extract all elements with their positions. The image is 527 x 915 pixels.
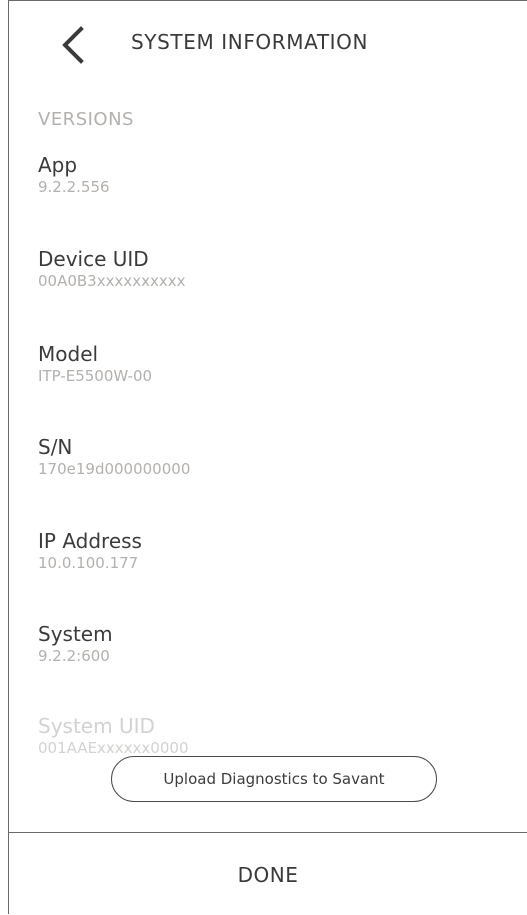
info-value: 9.2.2:600 — [38, 647, 110, 665]
section-label-versions: VERSIONS — [38, 109, 134, 130]
info-value: ITP-E5500W-00 — [38, 367, 153, 385]
info-label: System — [38, 622, 113, 646]
info-label: S/N — [38, 435, 73, 459]
info-row-system: System 9.2.2:600 — [38, 622, 498, 666]
upload-diagnostics-button[interactable]: Upload Diagnostics to Savant — [111, 756, 437, 802]
info-value: 170e19d000000000 — [38, 460, 191, 478]
info-label: Device UID — [38, 247, 149, 271]
info-row-ip-address: IP Address 10.0.100.177 — [38, 529, 498, 573]
info-row-serial-number: S/N 170e19d000000000 — [38, 435, 498, 479]
info-row-app: App 9.2.2.556 — [38, 153, 498, 197]
info-row-device-uid: Device UID 00A0B3xxxxxxxxxx — [38, 247, 498, 291]
info-label: Model — [38, 342, 99, 366]
chevron-left-icon — [62, 26, 84, 64]
info-value: 9.2.2.556 — [38, 178, 110, 196]
info-value: 001AAExxxxxx0000 — [38, 739, 189, 757]
info-label: IP Address — [38, 529, 142, 553]
info-row-system-uid: System UID 001AAExxxxxx0000 — [38, 714, 498, 758]
info-label: System UID — [38, 714, 155, 738]
info-row-model: Model ITP-E5500W-00 — [38, 342, 498, 386]
info-value: 10.0.100.177 — [38, 554, 139, 572]
page-title: SYSTEM INFORMATION — [131, 30, 369, 54]
system-information-panel: SYSTEM INFORMATION VERSIONS App 9.2.2.55… — [8, 0, 527, 914]
done-button[interactable]: DONE — [9, 834, 527, 915]
info-label: App — [38, 153, 78, 177]
info-list[interactable]: VERSIONS App 9.2.2.556 Device UID 00A0B3… — [9, 91, 527, 831]
header: SYSTEM INFORMATION — [9, 1, 527, 91]
info-value: 00A0B3xxxxxxxxxx — [38, 272, 186, 290]
back-button[interactable] — [53, 23, 93, 67]
footer-divider — [9, 832, 527, 833]
